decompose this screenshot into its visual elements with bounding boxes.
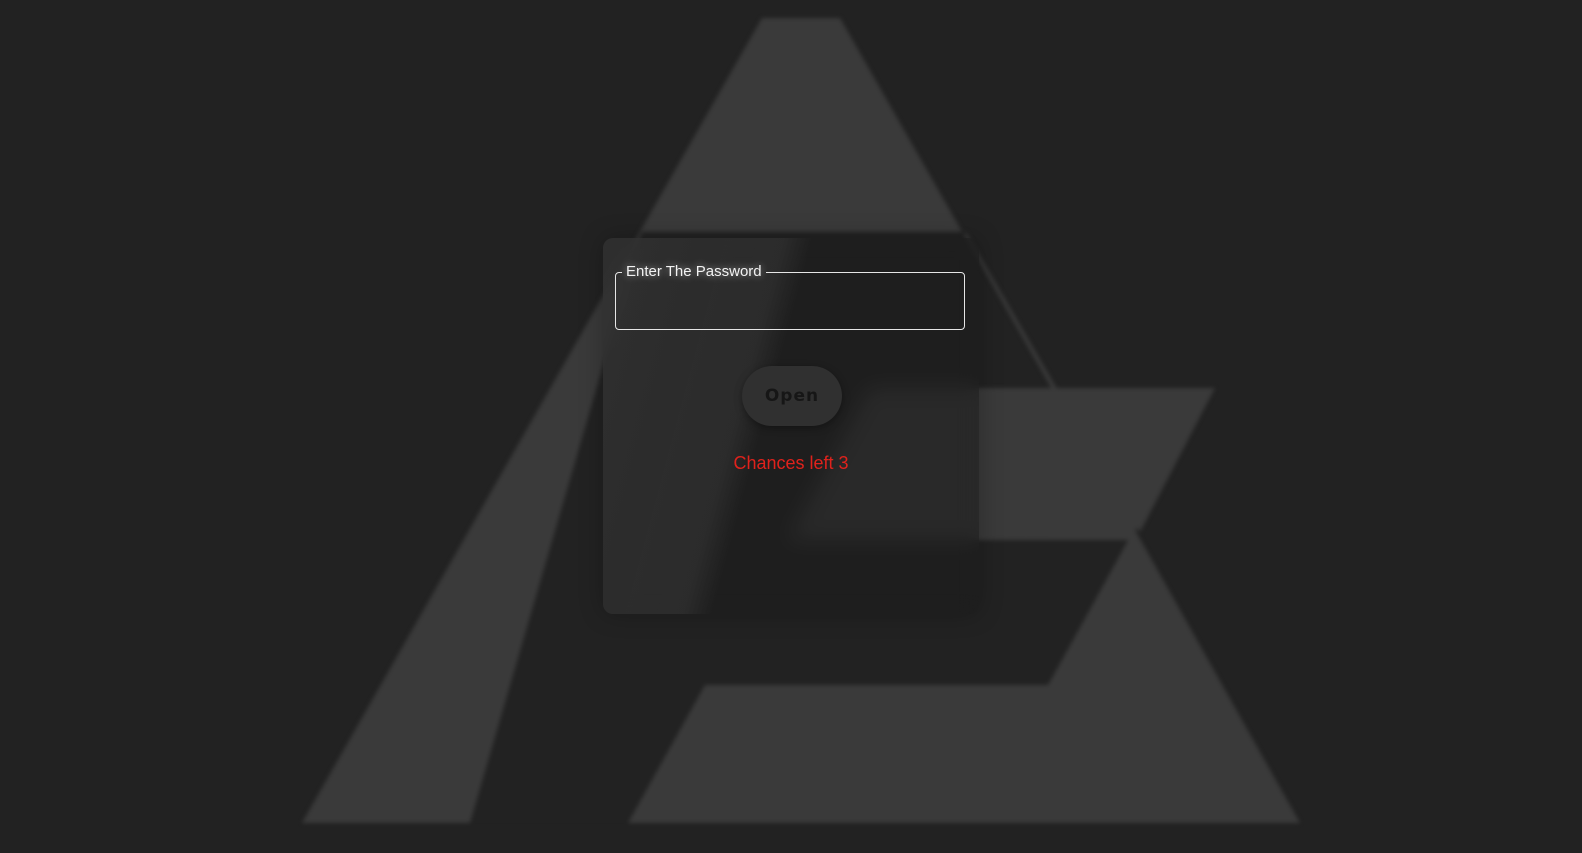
login-card: Enter The Password Open Chances left 3 <box>603 238 979 614</box>
password-input[interactable] <box>622 294 958 332</box>
chances-left-text: Chances left 3 <box>733 453 849 473</box>
password-field[interactable]: Enter The Password <box>615 263 965 332</box>
open-button[interactable]: Open <box>742 366 842 426</box>
login-screen: Enter The Password Open Chances left 3 <box>0 0 1582 853</box>
password-field-label: Enter The Password <box>626 263 762 280</box>
